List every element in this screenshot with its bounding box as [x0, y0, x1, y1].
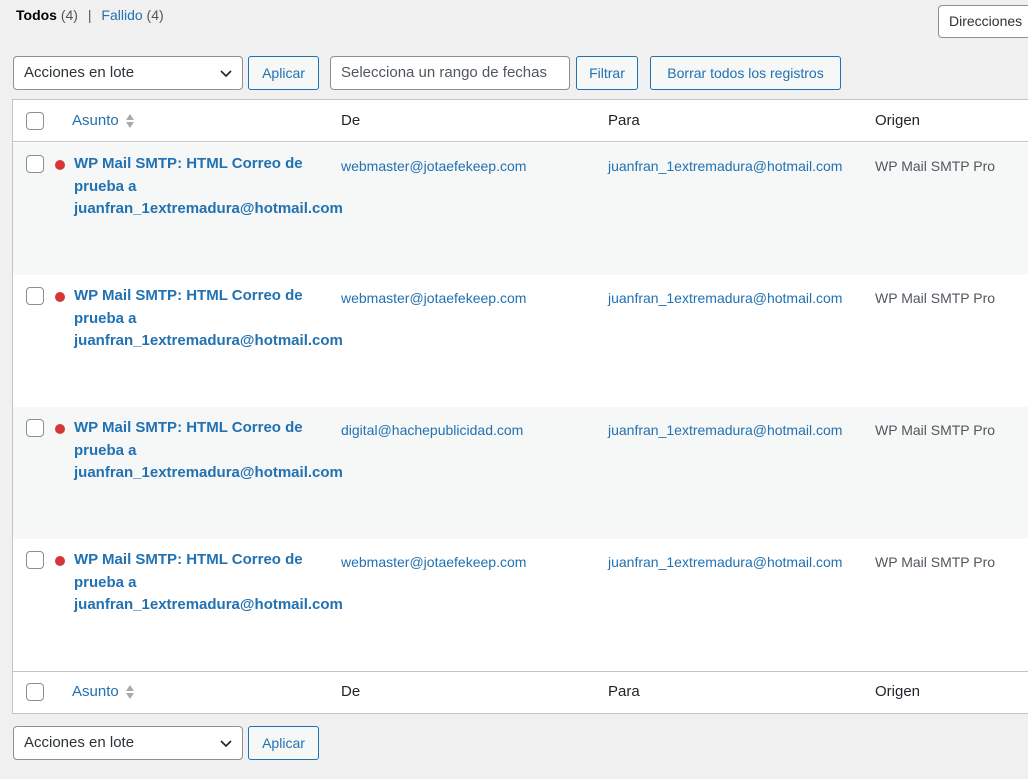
row-from-link[interactable]: webmaster@jotaefekeep.com [341, 155, 581, 178]
view-all-label[interactable]: Todos [16, 7, 57, 23]
row-subject-link[interactable]: WP Mail SMTP: HTML Correo de prueba a ju… [74, 285, 343, 353]
chevron-down-icon [220, 740, 232, 748]
view-failed-link[interactable]: Fallido [101, 7, 142, 23]
column-subject-label: Asunto [72, 112, 119, 129]
address-filter-select[interactable]: Direcciones [938, 5, 1028, 38]
failed-status-icon [55, 160, 65, 170]
column-origin-label: Origen [875, 112, 921, 129]
apply-button-top[interactable]: Aplicar [248, 56, 319, 90]
view-all-count: (4) [60, 7, 78, 23]
sort-arrows-icon [125, 685, 134, 699]
row-origin: WP Mail SMTP Pro [875, 158, 996, 174]
failed-status-icon [55, 556, 65, 566]
column-to-label: Para [608, 112, 640, 129]
apply-button-bottom[interactable]: Aplicar [248, 726, 319, 760]
bulk-actions-select-bottom[interactable]: Acciones en lote [13, 726, 243, 760]
table-footer: Asunto De Para Origen [13, 671, 1028, 713]
select-all-checkbox[interactable] [26, 112, 44, 130]
row-checkbox[interactable] [26, 155, 44, 173]
row-subject-link[interactable]: WP Mail SMTP: HTML Correo de prueba a ju… [74, 417, 343, 485]
table-header: Asunto De Para Origen [13, 100, 1028, 142]
row-origin: WP Mail SMTP Pro [875, 422, 996, 438]
row-to-link[interactable]: juanfran_1extremadura@hotmail.com [608, 287, 848, 310]
select-all-checkbox-footer[interactable] [26, 683, 44, 701]
email-log-table: Asunto De Para Origen WP Mail SMTP: HTML… [12, 99, 1028, 714]
row-to-link[interactable]: juanfran_1extremadura@hotmail.com [608, 419, 848, 442]
column-subject-label: Asunto [72, 683, 119, 700]
table-row: WP Mail SMTP: HTML Correo de prueba a ju… [13, 539, 1028, 671]
date-range-input[interactable]: Selecciona un rango de fechas [330, 56, 570, 90]
view-failed-count: (4) [146, 7, 164, 23]
sort-arrows-icon [125, 114, 134, 128]
view-separator: | [87, 7, 92, 23]
row-from-link[interactable]: webmaster@jotaefekeep.com [341, 551, 581, 574]
table-row: WP Mail SMTP: HTML Correo de prueba a ju… [13, 275, 1028, 407]
chevron-down-icon [220, 70, 232, 78]
failed-status-icon [55, 424, 65, 434]
row-from-link[interactable]: webmaster@jotaefekeep.com [341, 287, 581, 310]
column-to-label: Para [608, 683, 640, 700]
table-row: WP Mail SMTP: HTML Correo de prueba a ju… [13, 143, 1028, 275]
row-origin: WP Mail SMTP Pro [875, 554, 996, 570]
row-origin: WP Mail SMTP Pro [875, 290, 996, 306]
filter-button[interactable]: Filtrar [576, 56, 638, 90]
column-subject-sort[interactable]: Asunto [72, 112, 135, 130]
row-checkbox[interactable] [26, 287, 44, 305]
row-checkbox[interactable] [26, 551, 44, 569]
column-from-label: De [341, 112, 361, 129]
row-checkbox[interactable] [26, 419, 44, 437]
delete-all-logs-button[interactable]: Borrar todos los registros [650, 56, 841, 90]
row-from-link[interactable]: digital@hachepublicidad.com [341, 419, 581, 442]
column-from-label: De [341, 683, 361, 700]
row-subject-link[interactable]: WP Mail SMTP: HTML Correo de prueba a ju… [74, 549, 343, 617]
bulk-actions-select-top[interactable]: Acciones en lote [13, 56, 243, 90]
status-views: Todos (4) | Fallido (4) [16, 6, 164, 24]
column-origin-label: Origen [875, 683, 921, 700]
row-to-link[interactable]: juanfran_1extremadura@hotmail.com [608, 551, 848, 574]
bulk-actions-label: Acciones en lote [24, 734, 135, 751]
table-row: WP Mail SMTP: HTML Correo de prueba a ju… [13, 407, 1028, 539]
row-to-link[interactable]: juanfran_1extremadura@hotmail.com [608, 155, 848, 178]
row-subject-link[interactable]: WP Mail SMTP: HTML Correo de prueba a ju… [74, 153, 343, 221]
column-subject-sort-footer[interactable]: Asunto [72, 683, 135, 701]
failed-status-icon [55, 292, 65, 302]
bulk-actions-label: Acciones en lote [24, 64, 135, 81]
